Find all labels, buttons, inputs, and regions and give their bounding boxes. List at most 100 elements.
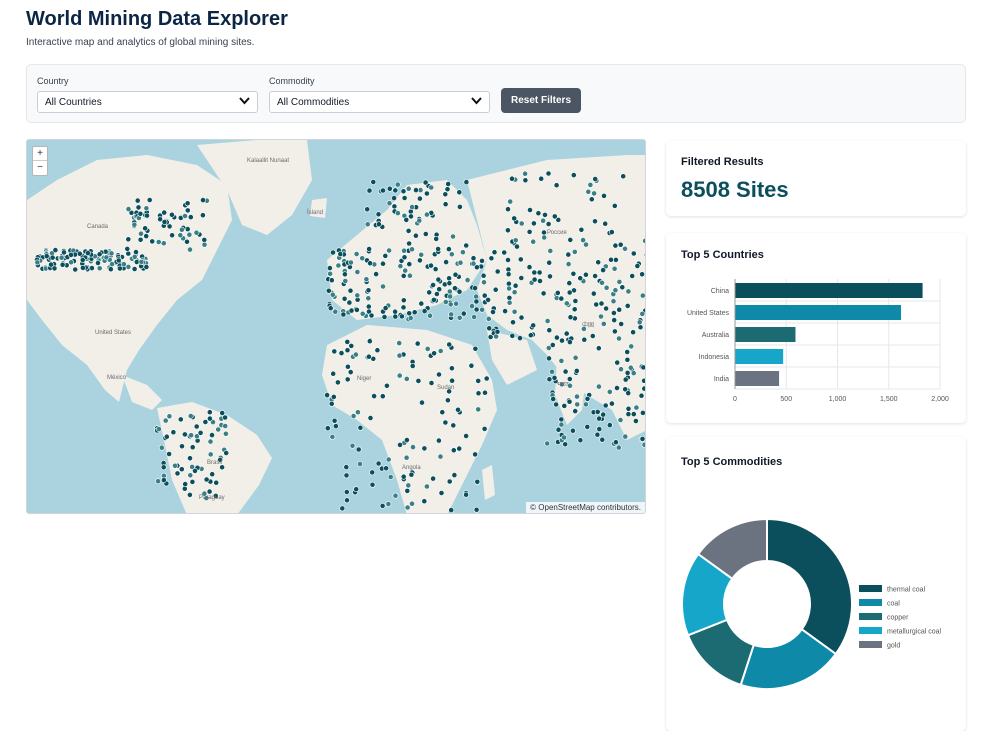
mining-site-marker[interactable] [206,415,213,422]
mining-site-marker[interactable] [447,301,454,308]
mining-site-marker[interactable] [68,252,74,258]
mining-site-marker[interactable] [592,273,598,279]
mining-site-marker[interactable] [219,410,226,416]
mining-site-marker[interactable] [423,483,430,490]
mining-site-marker[interactable] [494,328,501,335]
mining-site-marker[interactable] [403,454,410,461]
mining-site-marker[interactable] [571,306,578,313]
mining-site-marker[interactable] [131,266,138,272]
mining-site-marker[interactable] [178,466,185,473]
mining-site-marker[interactable] [616,278,623,285]
mining-site-marker[interactable] [392,313,399,320]
mining-site-marker[interactable] [599,279,605,286]
mining-site-marker[interactable] [331,348,338,355]
mining-site-marker[interactable] [630,329,636,336]
mining-site-marker[interactable] [553,401,559,408]
mining-site-marker[interactable] [382,305,389,311]
mining-site-marker[interactable] [505,257,511,263]
mining-site-marker[interactable] [202,419,209,425]
mining-site-marker[interactable] [330,370,337,377]
country-select[interactable]: All Countries [37,91,258,113]
mining-site-marker[interactable] [369,469,376,476]
mining-site-marker[interactable] [199,212,206,219]
mining-site-marker[interactable] [563,330,570,337]
mining-site-marker[interactable] [617,241,624,248]
mining-site-marker[interactable] [410,444,416,450]
mining-site-marker[interactable] [506,294,513,301]
mining-site-marker[interactable] [624,302,631,309]
mining-site-marker[interactable] [537,278,543,284]
mining-site-marker[interactable] [457,259,464,266]
mining-site-marker[interactable] [463,179,470,185]
mining-site-marker[interactable] [573,367,580,374]
mining-site-marker[interactable] [144,212,150,219]
mining-site-marker[interactable] [332,423,339,429]
mining-site-marker[interactable] [459,249,466,256]
mining-site-marker[interactable] [629,273,636,279]
mining-site-marker[interactable] [611,203,618,209]
mining-site-marker[interactable] [406,261,413,267]
mining-site-marker[interactable] [207,438,214,445]
mining-site-marker[interactable] [328,400,335,407]
mining-site-marker[interactable] [558,295,565,302]
mining-site-marker[interactable] [447,293,453,300]
mining-site-marker[interactable] [143,233,150,239]
mining-site-marker[interactable] [630,411,637,417]
mining-site-marker[interactable] [408,213,414,220]
mining-site-marker[interactable] [131,254,138,260]
mining-site-marker[interactable] [330,249,336,256]
mining-site-marker[interactable] [472,285,478,291]
mining-site-marker[interactable] [215,426,222,433]
mining-site-marker[interactable] [166,451,172,457]
mining-site-marker[interactable] [609,400,615,407]
mining-site-marker[interactable] [436,371,442,378]
mining-site-marker[interactable] [178,226,185,233]
mining-site-marker[interactable] [138,259,145,265]
mining-site-marker[interactable] [169,232,175,239]
mining-site-marker[interactable] [184,207,191,214]
mining-site-marker[interactable] [34,259,41,266]
mining-site-marker[interactable] [530,238,537,245]
mining-site-marker[interactable] [222,430,229,437]
mining-site-marker[interactable] [452,271,459,278]
mining-site-marker[interactable] [570,427,576,434]
mining-site-marker[interactable] [598,313,604,320]
mining-site-marker[interactable] [96,265,103,272]
mining-site-marker[interactable] [641,385,646,392]
mining-site-marker[interactable] [103,254,110,261]
mining-site-marker[interactable] [143,264,150,270]
mining-site-marker[interactable] [594,408,601,415]
mining-site-marker[interactable] [409,500,415,507]
mining-site-marker[interactable] [492,286,499,293]
mining-site-marker[interactable] [596,415,602,422]
mining-site-marker[interactable] [422,179,429,186]
mining-site-marker[interactable] [135,204,142,211]
mining-site-marker[interactable] [624,356,631,363]
mining-site-marker[interactable] [442,419,449,426]
mining-site-marker[interactable] [606,422,613,428]
mining-site-marker[interactable] [408,471,415,478]
mining-site-marker[interactable] [512,237,519,244]
mining-site-marker[interactable] [364,206,371,213]
mining-site-marker[interactable] [181,431,188,438]
mining-site-marker[interactable] [517,256,524,263]
mining-site-marker[interactable] [428,184,435,191]
mining-site-marker[interactable] [530,322,537,329]
mining-site-marker[interactable] [421,445,428,452]
mining-site-marker[interactable] [375,221,382,228]
mining-site-marker[interactable] [414,340,421,347]
mining-site-marker[interactable] [386,247,392,254]
mining-site-marker[interactable] [546,327,553,334]
mining-site-marker[interactable] [606,388,613,395]
mining-site-marker[interactable] [401,247,407,254]
mining-site-marker[interactable] [517,335,523,341]
mining-site-marker[interactable] [509,332,516,339]
mining-site-marker[interactable] [331,417,338,424]
mining-site-marker[interactable] [207,451,214,458]
mining-site-marker[interactable] [149,238,156,245]
mining-site-marker[interactable] [439,409,446,416]
mining-site-marker[interactable] [124,246,131,252]
mining-site-marker[interactable] [584,423,591,430]
mining-site-marker[interactable] [588,196,595,203]
mining-site-marker[interactable] [639,311,645,317]
